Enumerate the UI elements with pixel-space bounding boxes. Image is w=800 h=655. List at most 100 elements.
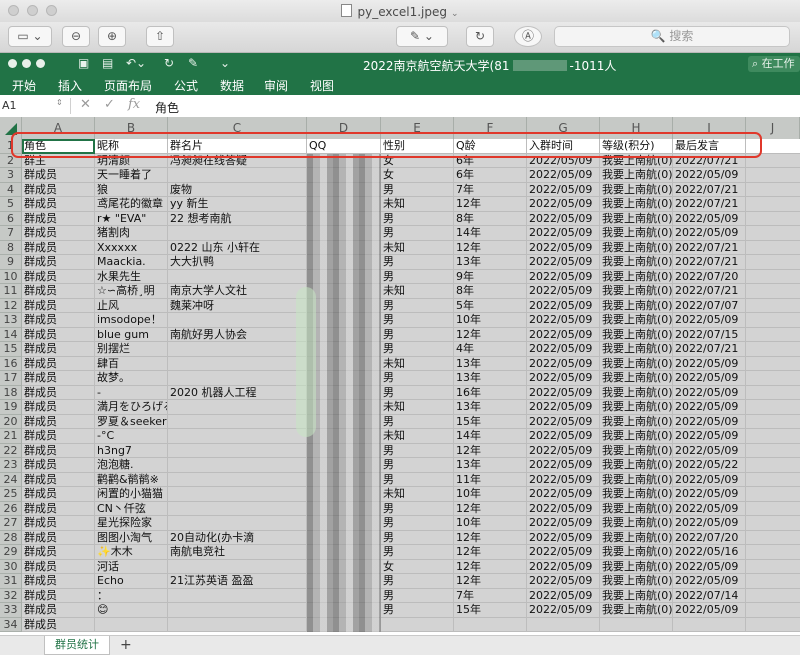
undo-icon[interactable]: ↶⌄: [126, 56, 146, 70]
excel-search-input[interactable]: ⌕ 在工作: [748, 56, 800, 72]
table-cell[interactable]: 我要上南航(0): [600, 501, 673, 516]
table-cell[interactable]: 12年: [454, 545, 527, 560]
table-cell[interactable]: [168, 342, 307, 357]
table-cell[interactable]: 鸢尾花的徽章: [95, 197, 168, 212]
row-number[interactable]: 32: [0, 588, 22, 603]
table-cell[interactable]: 2022/05/09: [527, 487, 600, 502]
function-icon[interactable]: fx: [128, 97, 140, 112]
table-cell[interactable]: 我要上南航(0): [600, 284, 673, 299]
table-cell[interactable]: 10年: [454, 313, 527, 328]
table-cell[interactable]: 未知: [381, 400, 454, 415]
table-cell[interactable]: [168, 443, 307, 458]
row-number[interactable]: 28: [0, 530, 22, 545]
table-cell[interactable]: 群成员: [22, 226, 95, 241]
table-cell[interactable]: 2022/05/09: [673, 472, 746, 487]
table-cell[interactable]: 群成员: [22, 617, 95, 632]
table-cell[interactable]: 2022/07/21: [673, 182, 746, 197]
table-cell[interactable]: CN丶仟弦: [95, 501, 168, 516]
table-cell[interactable]: 2022/05/09: [673, 574, 746, 589]
table-cell[interactable]: 2022/05/09: [527, 574, 600, 589]
table-cell[interactable]: 22 想考南航: [168, 211, 307, 226]
table-cell[interactable]: [168, 588, 307, 603]
table-cell[interactable]: 2022/05/09: [527, 603, 600, 618]
row-number[interactable]: 17: [0, 371, 22, 386]
sheet-grid[interactable]: ABCDEFGHIJ 1 角色 昵称 群名片 QQ 性别 Q龄 入群时间 等级(积分) 最后发言 2…: [0, 117, 800, 635]
table-cell[interactable]: 13年: [454, 400, 527, 415]
table-cell[interactable]: 2022/07/20: [673, 269, 746, 284]
table-cell[interactable]: 未知: [381, 197, 454, 212]
table-cell[interactable]: 12年: [454, 443, 527, 458]
table-cell[interactable]: 2022/05/09: [673, 371, 746, 386]
table-cell[interactable]: 群成员: [22, 458, 95, 473]
cancel-icon[interactable]: ✕: [80, 97, 91, 112]
tab-home[interactable]: 开始: [12, 77, 36, 94]
table-cell[interactable]: 我要上南航(0): [600, 545, 673, 560]
table-cell[interactable]: 南航电竞社: [168, 545, 307, 560]
table-cell[interactable]: 2022/05/09: [527, 588, 600, 603]
table-cell[interactable]: 12年: [454, 530, 527, 545]
row-number[interactable]: 19: [0, 400, 22, 415]
table-cell[interactable]: 2022/05/09: [673, 487, 746, 502]
table-cell[interactable]: [168, 501, 307, 516]
table-cell[interactable]: 男: [381, 574, 454, 589]
table-cell[interactable]: 2022/07/07: [673, 298, 746, 313]
table-cell[interactable]: [168, 429, 307, 444]
row-number[interactable]: 8: [0, 240, 22, 255]
row-number[interactable]: 18: [0, 385, 22, 400]
table-cell[interactable]: [168, 603, 307, 618]
table-cell[interactable]: 我要上南航(0): [600, 559, 673, 574]
table-cell[interactable]: 群成员: [22, 429, 95, 444]
row-number[interactable]: 13: [0, 313, 22, 328]
table-cell[interactable]: 4年: [454, 342, 527, 357]
table-cell[interactable]: 2022/05/09: [673, 501, 746, 516]
table-cell[interactable]: 我要上南航(0): [600, 226, 673, 241]
table-cell[interactable]: 我要上南航(0): [600, 342, 673, 357]
table-cell[interactable]: 群成员: [22, 487, 95, 502]
excel-close-button[interactable]: [8, 59, 17, 68]
table-cell[interactable]: 群成员: [22, 472, 95, 487]
table-cell[interactable]: 12年: [454, 559, 527, 574]
table-cell[interactable]: 2022/05/09: [527, 429, 600, 444]
sheet-tab-active[interactable]: 群员统计: [44, 636, 110, 655]
table-cell[interactable]: 魏莱冲呀: [168, 298, 307, 313]
table-cell[interactable]: 2022/05/09: [527, 414, 600, 429]
table-cell[interactable]: [168, 487, 307, 502]
edit-icon[interactable]: ✎: [188, 56, 198, 70]
table-cell[interactable]: 我要上南航(0): [600, 516, 673, 531]
table-cell[interactable]: 8年: [454, 284, 527, 299]
row-number[interactable]: 27: [0, 516, 22, 531]
table-cell[interactable]: 12年: [454, 501, 527, 516]
save-icon[interactable]: ▤: [102, 56, 113, 70]
table-cell[interactable]: h3ng7: [95, 443, 168, 458]
table-cell[interactable]: 12年: [454, 197, 527, 212]
table-cell[interactable]: 2022/05/09: [527, 240, 600, 255]
table-cell[interactable]: 2022/07/15: [673, 327, 746, 342]
formula-input[interactable]: 角色: [155, 99, 179, 116]
table-cell[interactable]: 男: [381, 472, 454, 487]
table-cell[interactable]: 水果先生: [95, 269, 168, 284]
table-cell[interactable]: 男: [381, 269, 454, 284]
table-cell[interactable]: blue gum: [95, 327, 168, 342]
row-number[interactable]: 29: [0, 545, 22, 560]
table-cell[interactable]: Xxxxxx: [95, 240, 168, 255]
table-cell[interactable]: 男: [381, 458, 454, 473]
table-cell[interactable]: 群成员: [22, 211, 95, 226]
table-cell[interactable]: 満月をひろげる: [95, 400, 168, 415]
table-cell[interactable]: 群成员: [22, 414, 95, 429]
table-cell[interactable]: 2022/05/09: [527, 458, 600, 473]
table-cell[interactable]: 16年: [454, 385, 527, 400]
table-cell[interactable]: 2022/05/09: [527, 284, 600, 299]
table-cell[interactable]: 12年: [454, 240, 527, 255]
table-cell[interactable]: 群成员: [22, 298, 95, 313]
table-cell[interactable]: yy 新生: [168, 197, 307, 212]
table-cell[interactable]: [168, 458, 307, 473]
table-cell[interactable]: [600, 617, 673, 632]
table-cell[interactable]: 群成员: [22, 197, 95, 212]
table-cell[interactable]: 2022/05/09: [673, 414, 746, 429]
table-cell[interactable]: 2022/07/21: [673, 240, 746, 255]
table-cell[interactable]: 男: [381, 211, 454, 226]
table-cell[interactable]: [168, 414, 307, 429]
table-cell[interactable]: 2022/05/09: [527, 559, 600, 574]
name-box[interactable]: A1: [2, 98, 62, 114]
row-number[interactable]: 15: [0, 342, 22, 357]
